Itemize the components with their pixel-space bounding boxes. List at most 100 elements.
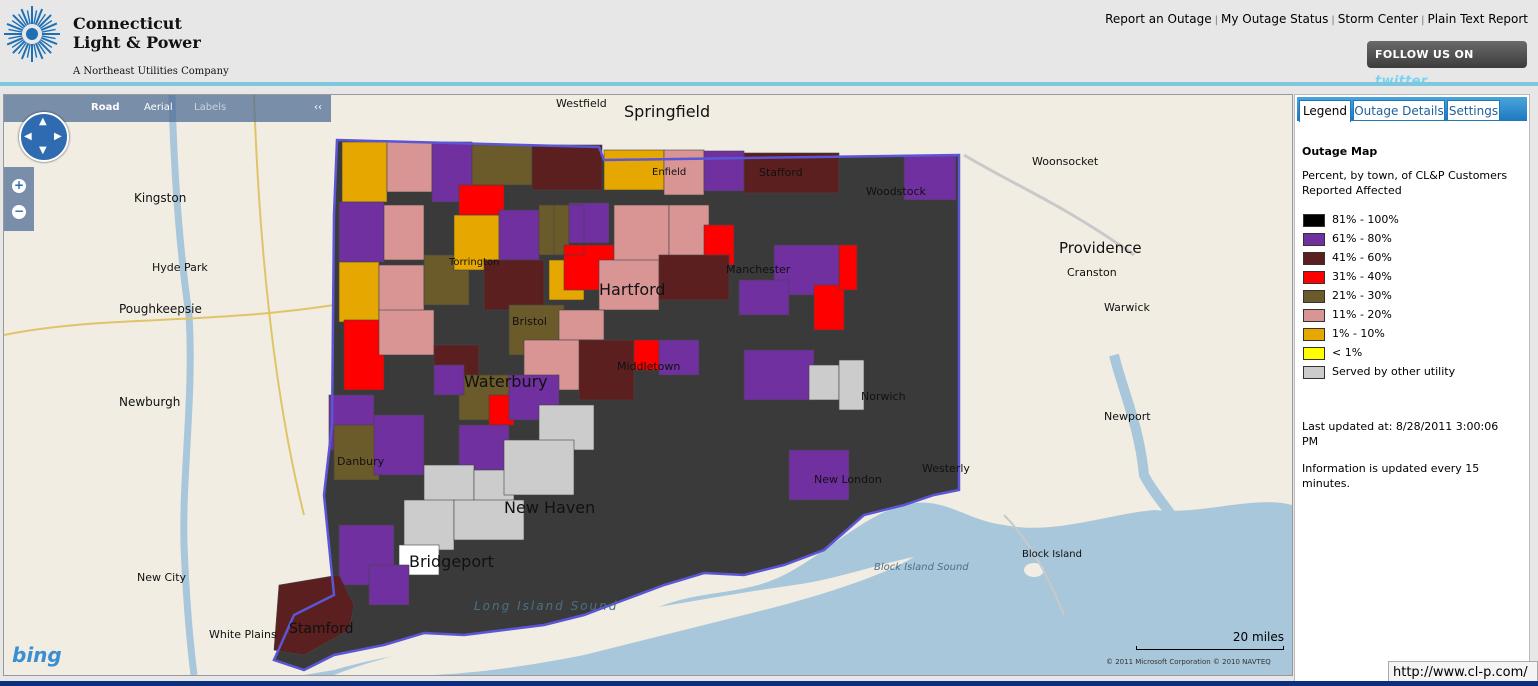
- aerial-view-button[interactable]: Aerial: [144, 102, 173, 113]
- scale-label: 20 miles: [1232, 630, 1284, 644]
- legend-item: 1% - 10%: [1302, 326, 1517, 345]
- brand-line1: Connecticut: [73, 14, 182, 33]
- legend-swatch: [1303, 328, 1325, 341]
- label-danbury: Danbury: [337, 455, 385, 468]
- label-springfield: Springfield: [624, 102, 710, 121]
- legend-item: 61% - 80%: [1302, 231, 1517, 250]
- pan-up-icon[interactable]: ▲: [39, 117, 47, 127]
- map-sidebar: Legend Outage Details Settings Outage Ma…: [1294, 94, 1530, 682]
- legend-swatch: [1303, 347, 1325, 360]
- outage-map[interactable]: Springfield Westfield Hartford Waterbury…: [3, 94, 1293, 676]
- header-divider: [0, 82, 1538, 86]
- label-hartford: Hartford: [599, 280, 666, 299]
- label-stamford: Stamford: [289, 621, 353, 637]
- label-norwich: Norwich: [861, 390, 906, 403]
- label-manchester: Manchester: [726, 263, 791, 276]
- brand-name[interactable]: Connecticut Light & Power: [73, 14, 201, 52]
- label-woonsocket: Woonsocket: [1032, 155, 1099, 168]
- label-long-island-sound: Long Island Sound: [474, 599, 618, 613]
- map-copyright: © 2011 Microsoft Corporation © 2010 NAVT…: [1106, 658, 1271, 666]
- label-warwick: Warwick: [1104, 301, 1151, 314]
- legend-label: Served by other utility: [1332, 365, 1456, 378]
- legend-swatch: [1303, 290, 1325, 303]
- pan-left-icon[interactable]: ◀: [24, 132, 32, 142]
- map-pan-control[interactable]: ▲ ▼ ◀ ▶: [19, 112, 69, 162]
- label-block-island: Block Island: [1022, 549, 1082, 560]
- sidebar-tabs: Legend Outage Details Settings: [1297, 97, 1527, 122]
- legend-description: Percent, by town, of CL&P Customers Repo…: [1302, 169, 1508, 197]
- header: Connecticut Light & Power A Northeast Ut…: [0, 0, 1538, 89]
- bing-logo: bing: [12, 643, 62, 667]
- legend-label: 11% - 20%: [1332, 308, 1392, 321]
- zoom-in-button[interactable]: +: [12, 179, 26, 193]
- legend-swatch: [1303, 233, 1325, 246]
- legend-swatch: [1303, 366, 1325, 379]
- tab-legend[interactable]: Legend: [1299, 100, 1351, 122]
- label-cranston: Cranston: [1067, 266, 1117, 279]
- legend-label: 61% - 80%: [1332, 232, 1392, 245]
- legend-label: 21% - 30%: [1332, 289, 1392, 302]
- town-polygons[interactable]: [273, 139, 960, 671]
- label-newport: Newport: [1104, 410, 1151, 423]
- tab-outage-details[interactable]: Outage Details: [1353, 100, 1445, 120]
- legend-label: 1% - 10%: [1332, 327, 1385, 340]
- follow-twitter-button[interactable]: FOLLOW US ON twitter: [1367, 41, 1527, 89]
- nav-separator: |: [1214, 15, 1218, 26]
- label-new-city: New City: [137, 571, 187, 584]
- legend-label: < 1%: [1332, 346, 1363, 359]
- legend-item: 31% - 40%: [1302, 269, 1517, 288]
- last-updated: Last updated at: 8/28/2011 3:00:06 PM: [1302, 420, 1499, 448]
- label-newburgh: Newburgh: [119, 395, 180, 409]
- label-woodstock: Woodstock: [866, 185, 926, 198]
- brand-line2: Light & Power: [73, 33, 201, 52]
- legend-panel: Outage Map Percent, by town, of CL&P Cus…: [1302, 145, 1517, 491]
- twitter-prefix: FOLLOW US ON: [1375, 48, 1474, 61]
- label-kingston: Kingston: [134, 191, 186, 205]
- storm-center-link[interactable]: Storm Center: [1338, 12, 1418, 26]
- scale-bar: [1136, 646, 1284, 650]
- label-stafford: Stafford: [759, 166, 803, 179]
- legend-title: Outage Map: [1302, 145, 1378, 158]
- legend-label: 41% - 60%: [1332, 251, 1392, 264]
- labels-toggle[interactable]: Labels: [194, 102, 226, 113]
- pan-right-icon[interactable]: ▶: [54, 132, 62, 142]
- legend-swatch: [1303, 252, 1325, 265]
- zoom-control: + −: [4, 167, 34, 231]
- window-bottom-border: [0, 681, 1538, 686]
- legend-swatch: [1303, 214, 1325, 227]
- legend-label: 81% - 100%: [1332, 213, 1399, 226]
- label-torrington: Torrington: [448, 257, 499, 268]
- label-enfield: Enfield: [652, 167, 686, 178]
- legend-item: Served by other utility: [1302, 364, 1517, 383]
- legend-item: < 1%: [1302, 345, 1517, 364]
- label-bridgeport: Bridgeport: [409, 552, 494, 571]
- plain-text-report-link[interactable]: Plain Text Report: [1427, 12, 1528, 26]
- sun-logo-icon: [4, 6, 60, 62]
- my-outage-status-link[interactable]: My Outage Status: [1221, 12, 1328, 26]
- collapse-toolbar-icon[interactable]: ‹‹: [314, 102, 322, 113]
- status-url-tooltip: http://www.cl-p.com/: [1388, 661, 1538, 683]
- map-canvas[interactable]: Springfield Westfield Hartford Waterbury…: [4, 95, 1292, 675]
- legend-swatch: [1303, 271, 1325, 284]
- tab-settings[interactable]: Settings: [1447, 100, 1500, 120]
- pan-down-icon[interactable]: ▼: [39, 146, 47, 156]
- legend-label: 31% - 40%: [1332, 270, 1392, 283]
- brand-subtitle: A Northeast Utilities Company: [73, 66, 229, 77]
- road-view-button[interactable]: Road: [91, 102, 119, 113]
- label-new-haven: New Haven: [504, 498, 595, 517]
- label-waterbury: Waterbury: [464, 372, 548, 391]
- nav-separator: |: [1331, 15, 1335, 26]
- label-poughkeepsie: Poughkeepsie: [119, 302, 202, 316]
- label-middletown: Middletown: [617, 360, 680, 373]
- label-bristol: Bristol: [512, 315, 547, 328]
- update-info: Information is updated every 15 minutes.: [1302, 462, 1480, 490]
- legend-swatch: [1303, 309, 1325, 322]
- label-block-island-sound: Block Island Sound: [874, 562, 969, 573]
- label-new-london: New London: [814, 473, 882, 486]
- report-outage-link[interactable]: Report an Outage: [1105, 12, 1211, 26]
- label-providence: Providence: [1059, 239, 1142, 257]
- label-westfield: Westfield: [556, 97, 607, 110]
- label-hyde-park: Hyde Park: [152, 261, 208, 274]
- zoom-out-button[interactable]: −: [12, 205, 26, 219]
- label-westerly: Westerly: [922, 462, 970, 475]
